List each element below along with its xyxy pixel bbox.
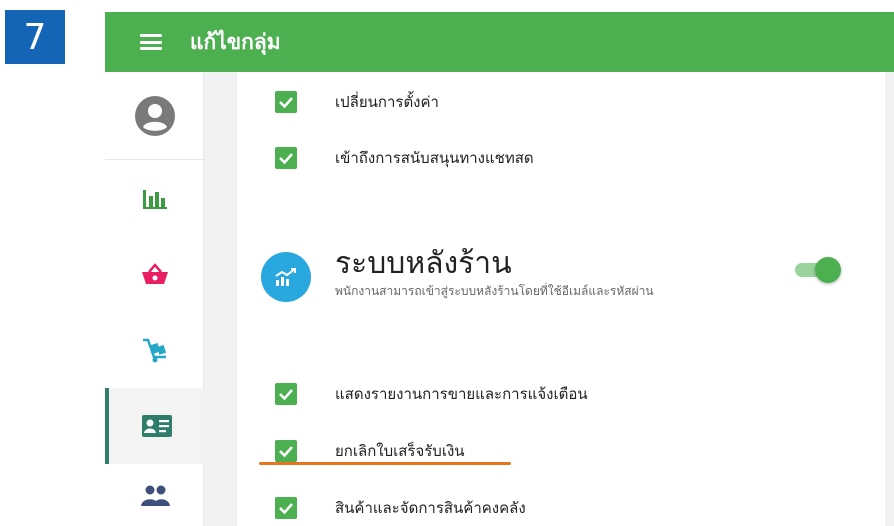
basket-icon (141, 263, 168, 284)
check-icon (279, 153, 293, 165)
app-window: แก้ไขกลุ่ม เปลี่ยนการตั้งค่า เข้าถึงการส… (105, 12, 894, 526)
permission-row: ยกเลิกใบเสร็จรับเงิน (275, 437, 465, 465)
permission-label: แสดงรายงานการขายและการแจ้งเตือน (335, 385, 588, 403)
people-icon (140, 485, 170, 506)
permission-checkbox[interactable] (275, 383, 297, 405)
permission-row: เปลี่ยนการตั้งค่า (275, 88, 439, 116)
permission-label: เปลี่ยนการตั้งค่า (335, 93, 439, 111)
sidebar-item-sales[interactable] (105, 236, 204, 312)
step-number-badge: 7 (5, 10, 65, 64)
permission-label: ยกเลิกใบเสร็จรับเงิน (335, 442, 465, 460)
check-icon (279, 97, 293, 109)
check-icon (279, 503, 293, 515)
permission-row: สินค้าและจัดการสินค้าคงคลัง (275, 494, 526, 522)
backoffice-section-title: ระบบหลังร้าน (335, 246, 512, 281)
id-card-icon (141, 415, 172, 437)
check-icon (279, 446, 293, 458)
account-circle-icon (134, 95, 175, 136)
check-icon (279, 389, 293, 401)
permission-checkbox[interactable] (275, 497, 297, 519)
backoffice-toggle[interactable] (793, 256, 841, 284)
sidebar-item-groups[interactable] (105, 464, 204, 526)
bar-chart-icon (142, 190, 167, 209)
sidebar (105, 72, 204, 526)
highlight-underline (259, 462, 511, 465)
permission-row: เข้าถึงการสนับสนุนทางแชทสด (275, 144, 534, 172)
permission-row: แสดงรายงานการขายและการแจ้งเตือน (275, 380, 588, 408)
permission-checkbox[interactable] (275, 91, 297, 113)
permissions-panel: เปลี่ยนการตั้งค่า เข้าถึงการสนับสนุนทางแ… (237, 72, 885, 526)
sidebar-item-profile[interactable] (105, 72, 204, 159)
sidebar-item-inventory[interactable] (105, 312, 204, 388)
sidebar-item-reports[interactable] (105, 160, 204, 236)
permission-checkbox[interactable] (275, 147, 297, 169)
backoffice-section-description: พนักงานสามารถเข้าสู่ระบบหลังร้านโดยที่ใช… (335, 284, 654, 298)
backoffice-chart-icon (261, 252, 311, 302)
cart-dolly-icon (142, 338, 166, 363)
app-bar: แก้ไขกลุ่ม (105, 12, 894, 72)
page-title: แก้ไขกลุ่ม (190, 29, 281, 54)
hamburger-menu-icon[interactable] (140, 34, 162, 50)
permission-checkbox[interactable] (275, 440, 297, 462)
permission-label: สินค้าและจัดการสินค้าคงคลัง (335, 499, 526, 517)
sidebar-item-employee-card[interactable] (105, 388, 204, 464)
permission-label: เข้าถึงการสนับสนุนทางแชทสด (335, 149, 534, 167)
